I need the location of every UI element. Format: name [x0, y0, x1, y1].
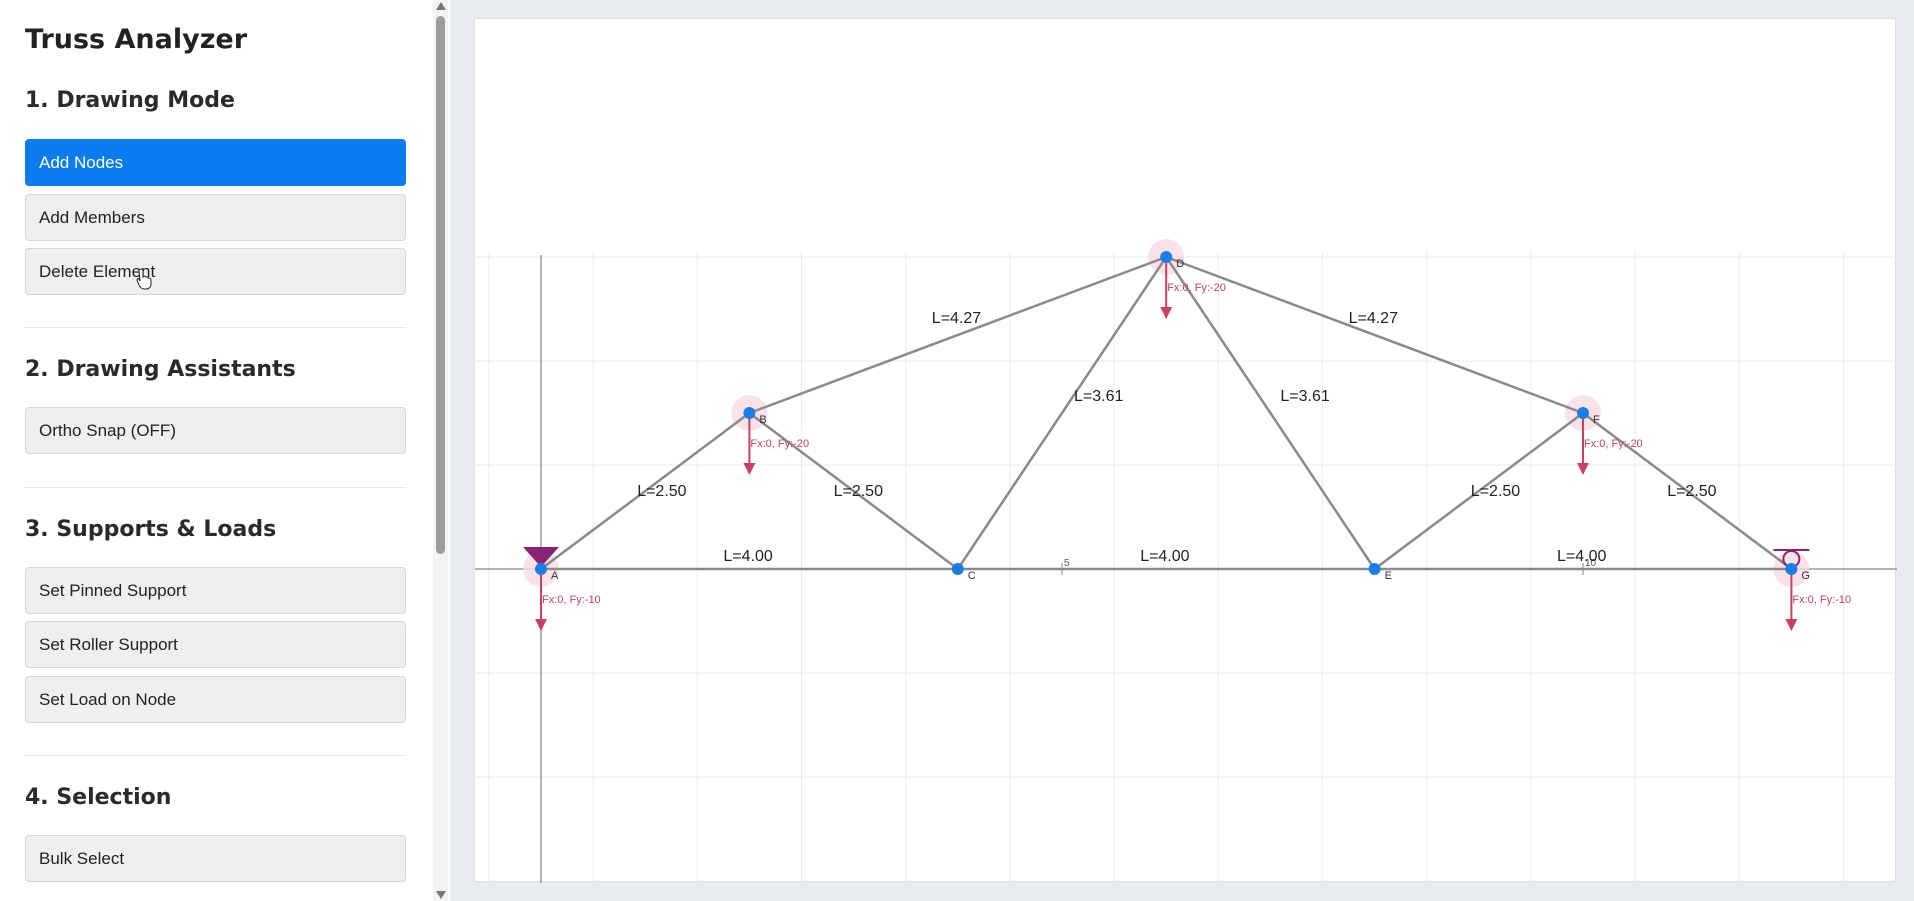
member-length-label: L=4.00	[723, 548, 772, 565]
member-CD[interactable]	[956, 256, 1168, 570]
member-length-label: L=2.50	[834, 483, 883, 500]
section-divider	[25, 327, 406, 328]
set-load-on-node-button[interactable]: Set Load on Node	[25, 676, 406, 723]
set-roller-support-button[interactable]: Set Roller Support	[25, 621, 406, 668]
node-G[interactable]	[1785, 563, 1798, 575]
add-members-button[interactable]: Add Members	[25, 194, 406, 241]
node-D[interactable]	[1160, 251, 1173, 263]
section-divider	[25, 487, 406, 488]
sidebar: Truss Analyzer 1. Drawing Mode Add Nodes…	[0, 0, 450, 901]
sidebar-scrollbar[interactable]	[433, 0, 449, 901]
node-E[interactable]	[1368, 563, 1381, 575]
node-A[interactable]	[535, 563, 547, 575]
load-arrow-head-icon	[1577, 463, 1589, 475]
node-B[interactable]	[743, 407, 756, 419]
section-title-drawing-mode: 1. Drawing Mode	[25, 88, 235, 113]
load-label: Fx:0, Fy:-20	[750, 438, 809, 450]
load-label: Fx:0, Fy:-10	[1792, 594, 1851, 606]
section-title-selection: 4. Selection	[25, 785, 172, 810]
set-pinned-support-button[interactable]: Set Pinned Support	[25, 567, 406, 614]
node-label: G	[1801, 570, 1810, 582]
node-C[interactable]	[951, 563, 964, 575]
load-label: Fx:0, Fy:-20	[1584, 438, 1643, 450]
truss-drawing[interactable]: 5 10L=4.00 L=4.00 L=4.00L=2.50 L=2.50L=4.27L…	[475, 19, 1897, 883]
member-length-label: L=3.61	[1280, 388, 1329, 405]
bulk-select-button[interactable]: Bulk Select	[25, 835, 406, 882]
member-length-label: L=3.61	[1074, 388, 1123, 405]
member-length-label: L=4.00	[1140, 548, 1189, 565]
member-length-label: L=4.00	[1557, 548, 1606, 565]
add-nodes-button[interactable]: Add Nodes	[25, 139, 406, 186]
node-label: F	[1593, 414, 1600, 426]
truss-canvas[interactable]: 5 10 L=4.00 L=4.00 L=4.00 L=2.50 L=2.50 L=4.27 L…	[474, 18, 1897, 883]
node-label: B	[759, 414, 766, 426]
scrollbar-thumb[interactable]	[436, 16, 445, 554]
axis-tick-label: 5	[1064, 558, 1070, 569]
load-label: Fx:0, Fy:-20	[1167, 282, 1226, 294]
member-DE[interactable]	[1165, 256, 1376, 570]
section-divider	[25, 755, 406, 756]
hand-cursor-icon	[136, 268, 152, 290]
node-F[interactable]	[1577, 407, 1589, 419]
section-title-supports-loads: 3. Supports & Loads	[25, 517, 277, 542]
delete-element-button[interactable]: Delete Element	[25, 248, 406, 295]
load-arrow-head-icon	[1785, 619, 1798, 631]
app-title: Truss Analyzer	[25, 24, 248, 55]
member-length-label: L=2.50	[1667, 483, 1716, 500]
load-arrow-head-icon	[1160, 307, 1173, 319]
scroll-up-arrow-icon[interactable]	[436, 2, 446, 10]
section-title-drawing-assistants: 2. Drawing Assistants	[25, 357, 296, 382]
app-window: Truss Analyzer 1. Drawing Mode Add Nodes…	[0, 0, 1914, 901]
load-arrow-head-icon	[743, 463, 756, 475]
ortho-snap-button[interactable]: Ortho Snap (OFF)	[25, 407, 406, 454]
member-length-label: L=4.27	[1349, 310, 1398, 327]
node-label: D	[1176, 258, 1184, 270]
load-label: Fx:0, Fy:-10	[542, 594, 601, 606]
member-length-label: L=2.50	[1471, 483, 1520, 500]
scroll-down-arrow-icon[interactable]	[436, 891, 446, 899]
node-label: E	[1385, 570, 1392, 582]
load-arrow-head-icon	[535, 619, 547, 631]
member-length-label: L=2.50	[637, 483, 686, 500]
node-label: A	[551, 570, 559, 582]
member-length-label: L=4.27	[932, 310, 981, 327]
node-label: C	[968, 570, 976, 582]
member-DF[interactable]	[1165, 255, 1584, 415]
